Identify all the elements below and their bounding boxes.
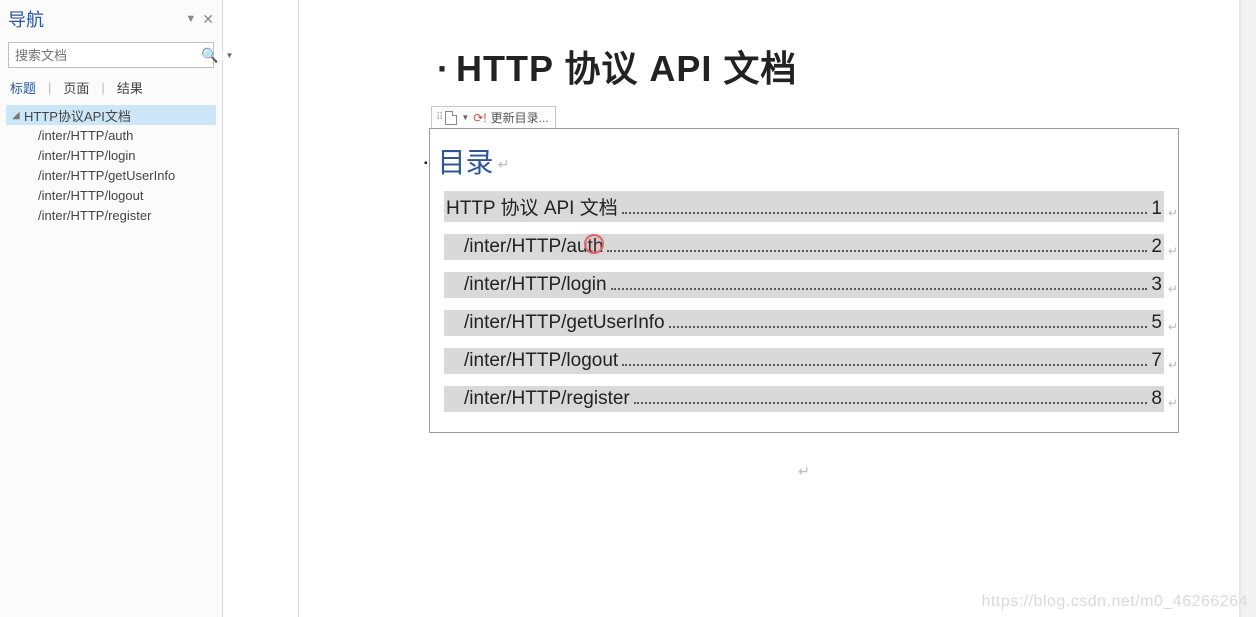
toc-entry[interactable]: HTTP 协议 API 文档 1 <box>444 191 1164 222</box>
toc-box[interactable]: 目录 HTTP 协议 API 文档 1 /inter/HTTP/auth 2 <box>429 128 1179 433</box>
search-dropdown-caret-icon[interactable]: ▼ <box>222 51 237 60</box>
navigation-pane: 导航 ▼ ✕ 🔍 ▼ 标题 | 页面 | 结果 ◢ HTTP协议API文档 /i… <box>0 0 223 617</box>
tree-item[interactable]: /inter/HTTP/getUserInfo <box>6 165 216 185</box>
page[interactable]: HTTP 协议 API 文档 ⠿ ▼ ⟳! 更新目录... 目录 HTTP 协议… <box>299 0 1239 617</box>
nav-options-caret-icon[interactable]: ▼ <box>185 13 196 25</box>
toc-container[interactable]: ⠿ ▼ ⟳! 更新目录... 目录 HTTP 协议 API 文档 1 <box>429 128 1179 433</box>
toc-leader-dots <box>669 326 1148 328</box>
update-toc-label[interactable]: 更新目录... <box>491 109 549 126</box>
search-icon[interactable]: 🔍 <box>197 47 222 64</box>
tree-item-root[interactable]: ◢ HTTP协议API文档 <box>6 105 216 125</box>
ruler-gutter <box>223 0 299 617</box>
refresh-icon[interactable]: ⟳! <box>473 111 486 125</box>
page-title[interactable]: HTTP 协议 API 文档 <box>437 40 1179 92</box>
toc-leader-dots <box>611 288 1148 290</box>
collapse-caret-icon[interactable]: ◢ <box>12 110 22 121</box>
tab-results[interactable]: 结果 <box>115 78 145 97</box>
toc-entry-page: 2 <box>1151 236 1162 258</box>
search-input[interactable] <box>9 48 197 63</box>
toc-entry-text: /inter/HTTP/getUserInfo <box>446 312 665 334</box>
toc-leader-dots <box>607 250 1147 252</box>
grip-icon[interactable]: ⠿ <box>436 112 441 123</box>
chevron-down-icon[interactable]: ▼ <box>461 113 469 122</box>
tree-item[interactable]: /inter/HTTP/register <box>6 205 216 225</box>
document-icon[interactable] <box>445 111 457 125</box>
tree-item[interactable]: /inter/HTTP/logout <box>6 185 216 205</box>
nav-tabs: 标题 | 页面 | 结果 <box>0 78 222 103</box>
toc-entry-page: 3 <box>1151 274 1162 296</box>
toc-entry-page: 1 <box>1151 198 1162 220</box>
toc-entry-text: /inter/HTTP/register <box>446 388 630 410</box>
toc-entry-text: /inter/HTTP/logout <box>446 350 618 372</box>
watermark: https://blog.csdn.net/m0_46266264 <box>982 593 1248 611</box>
tree-item[interactable]: /inter/HTTP/auth <box>6 125 216 145</box>
toc-entry[interactable]: /inter/HTTP/register 8 <box>444 386 1164 412</box>
toc-entry-page: 8 <box>1151 388 1162 410</box>
document-area[interactable]: HTTP 协议 API 文档 ⠿ ▼ ⟳! 更新目录... 目录 HTTP 协议… <box>299 0 1256 617</box>
toc-entry-text: HTTP 协议 API 文档 <box>446 193 618 220</box>
nav-pane-title: 导航 <box>8 6 179 32</box>
toc-control-tab[interactable]: ⠿ ▼ ⟳! 更新目录... <box>431 106 556 128</box>
toc-leader-dots <box>634 402 1148 404</box>
toc-entry[interactable]: /inter/HTTP/logout 7 <box>444 348 1164 374</box>
nav-tree: ◢ HTTP协议API文档 /inter/HTTP/auth /inter/HT… <box>0 103 222 617</box>
toc-entry-page: 5 <box>1151 312 1162 334</box>
toc-entry-page: 7 <box>1151 350 1162 372</box>
toc-entry[interactable]: /inter/HTTP/login 3 <box>444 272 1164 298</box>
toc-list: HTTP 协议 API 文档 1 /inter/HTTP/auth 2 /int… <box>444 191 1164 412</box>
toc-heading[interactable]: 目录 <box>444 141 1164 181</box>
search-box[interactable]: 🔍 ▼ <box>8 42 214 68</box>
tab-headings[interactable]: 标题 <box>8 78 38 97</box>
toc-entry[interactable]: /inter/HTTP/auth 2 <box>444 234 1164 260</box>
toc-entry[interactable]: /inter/HTTP/getUserInfo 5 <box>444 310 1164 336</box>
paragraph-mark-icon: ↵ <box>429 463 1179 480</box>
toc-leader-dots <box>622 364 1147 366</box>
toc-leader-dots <box>622 212 1148 214</box>
toc-entry-text: /inter/HTTP/login <box>446 274 607 296</box>
tab-pages[interactable]: 页面 <box>61 78 91 97</box>
tree-item[interactable]: /inter/HTTP/login <box>6 145 216 165</box>
toc-entry-text: /inter/HTTP/auth <box>446 236 603 258</box>
close-icon[interactable]: ✕ <box>202 11 214 28</box>
